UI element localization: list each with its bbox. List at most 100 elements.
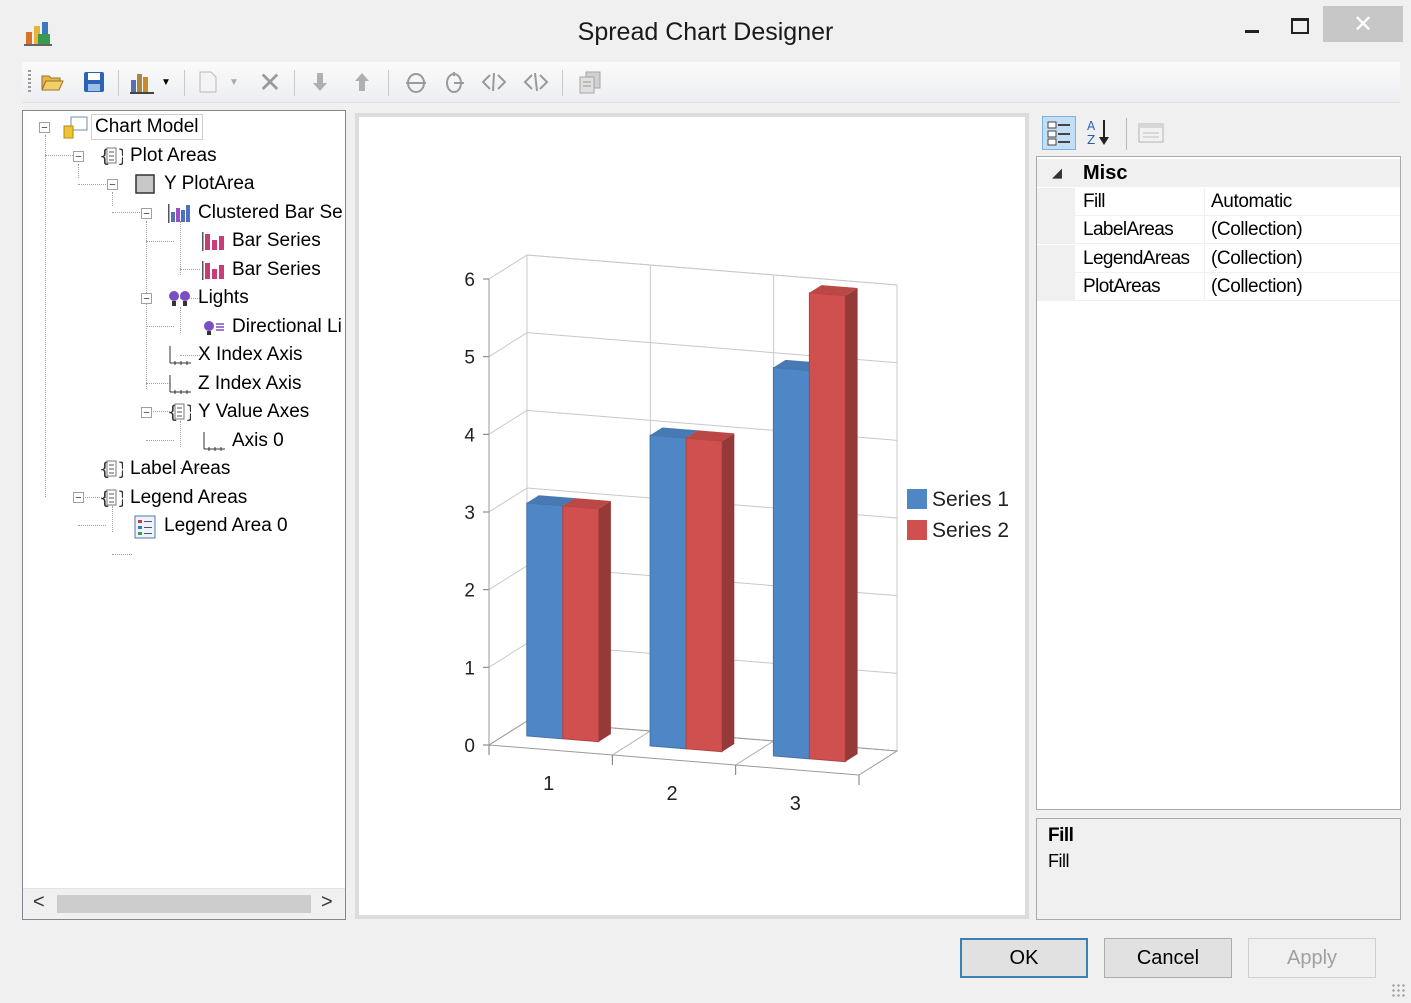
open-button[interactable] [38,68,66,96]
chart-preview[interactable]: 0 1 2 3 4 5 6 1 2 3 Series 1 Series 2 [355,113,1029,919]
tree-node-label: Bar Series [232,230,321,251]
bar-front [562,505,600,743]
toolbar-grip[interactable] [28,70,31,94]
tree-node-bar-series-2[interactable]: Bar Series [201,257,324,283]
bar-front [772,366,810,760]
legend-swatch [907,520,927,540]
tree-node-z-index-axis[interactable]: Z Index Axis [167,371,305,397]
cancel-button[interactable]: Cancel [1104,938,1232,978]
tree-horizontal-scrollbar[interactable]: < > [23,888,345,919]
property-row-plotareas[interactable]: PlotAreas (Collection) [1037,273,1400,301]
svg-text:Z: Z [1087,133,1095,147]
tree-node-lights[interactable]: Lights [167,285,252,311]
expand-toggle[interactable]: − [39,122,50,134]
bar-side [722,433,735,752]
property-grid[interactable]: ◢ Misc Fill Automatic LabelAreas (Collec… [1036,156,1401,810]
chart-canvas: 0 1 2 3 4 5 6 1 2 3 Series 1 Series 2 [464,254,1009,815]
floor-division [735,740,774,766]
tree-node-label: Chart Model [91,114,203,140]
rotate-right-button[interactable] [522,68,550,96]
chart-type-button[interactable] [128,68,156,96]
new-dropdown[interactable]: ▼ [226,68,242,96]
move-up-icon [355,73,369,91]
tree-node-label: Bar Series [232,259,321,280]
svg-text:}: } [117,146,123,167]
expand-toggle[interactable]: − [141,293,152,305]
ok-button[interactable]: OK [960,938,1088,978]
tree-node-chart-model[interactable]: Chart Model [63,114,203,140]
maximize-button[interactable] [1280,8,1320,44]
description-text: Fill [1048,851,1070,871]
apply-button[interactable]: Apply [1248,938,1376,978]
collapse-caret-icon[interactable]: ◢ [1052,165,1062,181]
property-value[interactable]: (Collection) [1211,248,1303,270]
tree-node-bar-series-1[interactable]: Bar Series [201,228,324,254]
move-up-button[interactable] [348,68,376,96]
alphabetical-button[interactable]: A Z [1082,116,1116,150]
category-row-misc[interactable]: ◢ Misc [1037,159,1400,187]
tree-node-label: X Index Axis [198,344,303,365]
property-value[interactable]: Automatic [1211,191,1292,213]
categorized-button[interactable] [1042,116,1076,150]
scroll-right-icon[interactable]: > [321,891,333,914]
new-button[interactable] [194,68,222,96]
tree-node-label: Z Index Axis [198,373,302,394]
tree-node-legend-areas[interactable]: {} Legend Areas [99,485,250,511]
rotate-y-icon [446,72,464,93]
window-title: Spread Chart Designer [577,18,834,46]
tree-node-label: Legend Areas [130,487,248,508]
property-name: PlotAreas [1083,276,1161,297]
property-row-fill[interactable]: Fill Automatic [1037,188,1400,216]
tree-node-legend-area-0[interactable]: Legend Area 0 [133,513,291,539]
tree-node-y-value-axes[interactable]: {} Y Value Axes [167,399,312,425]
resize-grip[interactable] [1391,983,1405,997]
tree-node-x-index-axis[interactable]: X Index Axis [167,342,306,368]
lights-icon [167,287,191,309]
tree-node-label: Directional Li [232,316,342,337]
delete-button[interactable]: ✕ [256,67,284,98]
save-button[interactable] [80,68,108,96]
rotate-left-button[interactable] [480,68,508,96]
property-value[interactable]: (Collection) [1211,276,1303,298]
scroll-left-icon[interactable]: < [33,891,45,914]
expand-toggle[interactable]: − [141,208,152,220]
tree-node-clustered-bar-series[interactable]: Clustered Bar Se [167,200,345,226]
property-pages-button[interactable] [1134,116,1168,150]
y-tick-label: 5 [464,348,475,369]
rotate-x-button[interactable] [402,68,430,96]
collection-icon: {} [99,458,128,480]
expand-toggle[interactable]: − [141,407,152,419]
tree-node-label: Label Areas [130,458,231,479]
chart-type-dropdown[interactable]: ▼ [158,68,174,96]
scrollbar-thumb[interactable] [57,895,311,913]
property-row-labelareas[interactable]: LabelAreas (Collection) [1037,216,1400,244]
copy-button[interactable] [576,68,604,96]
tree-node-y-plotarea[interactable]: Y PlotArea [133,171,257,197]
chart-model-tree[interactable]: − − − − − − − Chart Model {} Plot Areas … [22,110,346,920]
new-icon [199,71,217,93]
minimize-button[interactable] [1232,8,1272,44]
rotate-y-button[interactable] [440,68,468,96]
save-icon [84,72,104,92]
light-icon [201,316,225,338]
property-value[interactable]: (Collection) [1211,219,1303,241]
close-button[interactable]: ✕ [1323,6,1403,42]
category-label: Misc [1083,162,1128,184]
tree-node-plot-areas[interactable]: {} Plot Areas [99,143,220,169]
tree-node-directional-light[interactable]: Directional Li [201,314,345,340]
expand-toggle[interactable]: − [107,179,118,191]
property-row-legendareas[interactable]: LegendAreas (Collection) [1037,245,1400,273]
maximize-icon [1291,18,1309,34]
gridline-side [488,254,528,280]
plot-area-icon [133,173,157,195]
legend-label: Series 1 [932,488,1009,511]
y-tick-label: 0 [464,736,475,757]
expand-toggle[interactable]: − [73,492,84,504]
tree-node-axis-0[interactable]: Axis 0 [201,428,287,454]
gridline-side [488,565,528,591]
move-down-button[interactable] [306,68,334,96]
tree-node-label-areas[interactable]: {} Label Areas [99,456,233,482]
y-tick-label: 6 [464,270,475,291]
tree-node-label: Plot Areas [130,145,217,166]
expand-toggle[interactable]: − [73,151,84,163]
